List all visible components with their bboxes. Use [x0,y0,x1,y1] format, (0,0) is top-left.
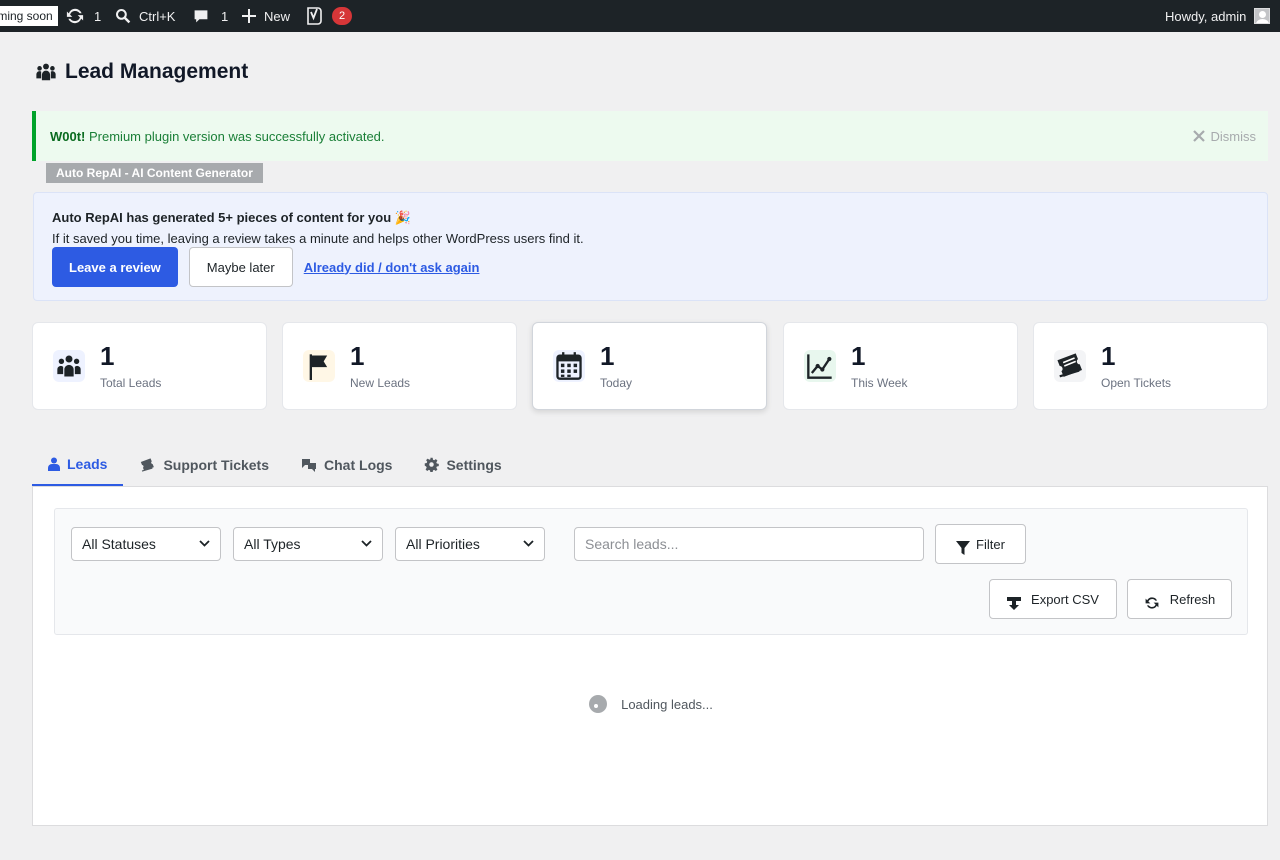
type-select[interactable]: All Types [233,527,383,561]
users-icon [53,350,85,382]
close-icon [1192,130,1205,142]
chevron-down-icon [523,540,534,547]
chevron-down-icon [361,540,372,547]
coming-soon-badge[interactable]: Coming soon [0,6,58,26]
avatar [1254,8,1271,24]
dismiss-button[interactable]: Dismiss [1192,111,1256,161]
dont-ask-again-link[interactable]: Already did / don't ask again [304,260,480,275]
review-request-box: Auto RepAI has generated 5+ pieces of co… [33,192,1268,301]
greeting-text: Howdy, admin [1165,8,1247,24]
status-select[interactable]: All Statuses [71,527,221,561]
calendar-icon [553,350,585,382]
stat-value: 1 [851,341,866,371]
stat-card-new-leads: 1 New Leads [282,322,517,410]
success-notice: W00t! Premium plugin version was success… [32,111,1268,161]
comments-count: 1 [221,8,229,24]
new-content-menu[interactable]: New [242,0,290,32]
plus-icon [242,9,256,23]
search-shortcut: Ctrl+K [139,8,176,24]
gear-icon [425,457,440,472]
users-icon [36,63,56,81]
tab-support-tickets[interactable]: Support Tickets [123,443,285,486]
stat-card-total-leads: 1 Total Leads [32,322,267,410]
updates-icon [66,8,84,24]
loading-indicator: Loading leads... [33,695,1269,713]
stat-value: 1 [100,341,115,371]
stat-value: 1 [600,341,615,371]
user-icon [48,457,60,471]
plugin-tag: Auto RepAI - AI Content Generator [46,163,263,183]
stat-card-open-tickets: 1 Open Tickets [1033,322,1268,410]
lead-tabs: Leads Support Tickets Chat Logs Settings [32,443,518,487]
review-headline: Auto RepAI has generated 5+ pieces of co… [52,210,411,225]
filter-icon [956,541,971,555]
seo-menu[interactable]: 2 [306,0,352,32]
ticket-icon [141,457,155,472]
tab-chat-logs[interactable]: Chat Logs [285,443,408,486]
notice-strong: W00t! [50,128,86,144]
search-icon [116,9,131,24]
comment-icon [194,10,208,23]
search-leads-input[interactable] [574,527,924,561]
refresh-button[interactable]: Refresh [1127,579,1232,619]
updates-count: 1 [94,8,102,24]
stat-label: This Week [851,376,908,390]
comments-menu[interactable]: 1 [193,0,228,32]
export-csv-button[interactable]: Export CSV [989,579,1117,619]
seo-notification-badge: 2 [332,7,352,25]
stat-label: Today [600,376,633,390]
filter-button[interactable]: Filter [935,524,1026,564]
stat-label: Open Tickets [1101,376,1172,390]
leads-panel: All Statuses All Types All Priorities Fi… [32,486,1268,826]
admin-bar: Coming soon 1 Ctrl+K 1 New 2 Howdy, admi… [0,0,1280,32]
stat-card-today: 1 Today [532,322,767,410]
chevron-down-icon [199,540,210,547]
priority-select[interactable]: All Priorities [395,527,545,561]
stat-label: Total Leads [100,376,162,390]
command-search[interactable]: Ctrl+K [115,0,175,32]
chart-line-icon [804,350,836,382]
review-body: If it saved you time, leaving a review t… [52,231,584,246]
tab-leads[interactable]: Leads [32,443,124,486]
leave-review-button[interactable]: Leave a review [52,247,178,287]
stat-card-this-week: 1 This Week [783,322,1018,410]
yoast-icon [307,7,322,25]
stat-value: 1 [350,341,365,371]
chat-icon [302,458,317,472]
maybe-later-button[interactable]: Maybe later [188,247,293,287]
download-icon [1007,597,1022,610]
stat-value: 1 [1101,341,1116,371]
page-title: Lead Management [35,60,248,84]
filter-bar: All Statuses All Types All Priorities Fi… [54,508,1248,635]
refresh-icon [1145,597,1159,609]
notice-message: Premium plugin version was successfully … [85,128,385,144]
my-account-menu[interactable]: Howdy, admin [1165,0,1271,32]
loading-text: Loading leads... [621,696,713,712]
stat-label: New Leads [350,376,411,390]
tab-settings[interactable]: Settings [408,443,517,486]
flag-icon [303,350,335,382]
tickets-icon [1054,350,1086,382]
spinner-icon [589,695,608,713]
updates-menu[interactable]: 1 [66,0,101,32]
